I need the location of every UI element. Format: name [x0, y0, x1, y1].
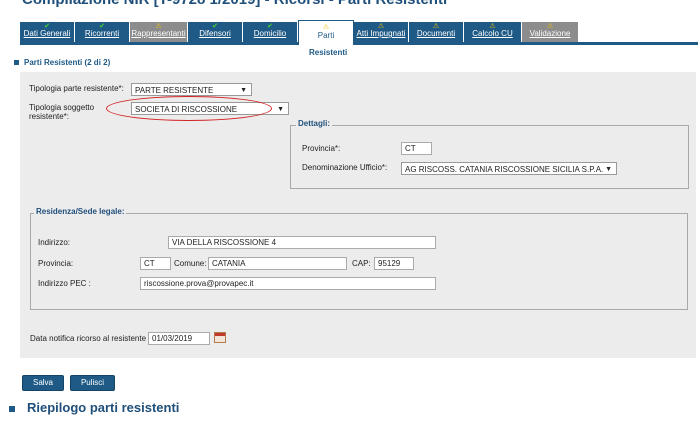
tab-label: Difensori — [199, 29, 231, 38]
indirizzo-input[interactable]: VIA DELLA RISCOSSIONE 4 — [168, 236, 436, 249]
tab-label: Documenti — [416, 29, 456, 38]
bullet-icon — [14, 60, 19, 65]
pec-input[interactable]: riscossione.prova@provapec.it — [140, 277, 436, 290]
tab-documenti[interactable]: ⚠ Documenti — [409, 22, 463, 42]
calendar-icon[interactable] — [214, 332, 226, 343]
tab-bar: ✔ Dati Generali ✔ Ricorrenti ⚠ Rappresen… — [20, 20, 698, 45]
dettagli-fieldset — [290, 125, 689, 189]
check-icon: ✔ — [212, 23, 218, 30]
data-notifica-label: Data notifica ricorso al resistente — [30, 334, 147, 343]
tab-label: Validazione — [529, 29, 571, 38]
tab-calcolo-cu[interactable]: ⚠ Calcolo CU — [464, 22, 521, 42]
tab-label: Rappresentanti — [131, 29, 186, 38]
pec-label: Indirizzo PEC : — [38, 279, 91, 288]
tab-parti[interactable]: ⚠ Parti — [298, 20, 354, 45]
tab-ricorrenti[interactable]: ✔ Ricorrenti — [75, 22, 129, 42]
riepilogo-title: Riepilogo parti resistenti — [27, 400, 180, 415]
tipologia-parte-label: Tipologia parte resistente*: — [29, 84, 124, 93]
check-icon: ✔ — [99, 23, 105, 30]
sub-title: Parti Resistenti (2 di 2) — [24, 58, 111, 67]
tab-label: Dati Generali — [23, 29, 71, 38]
pulisci-button[interactable]: Pulisci — [70, 375, 115, 391]
dettagli-provincia-input[interactable]: CT — [401, 142, 432, 155]
provincia-label: Provincia: — [38, 259, 74, 268]
dettagli-provincia-label: Provincia*: — [302, 144, 341, 153]
warning-icon: ⚠ — [155, 23, 162, 30]
tab-label: Domicilio — [253, 29, 287, 38]
comune-label: Comune: — [174, 259, 207, 268]
chevron-down-icon: ▼ — [240, 87, 247, 94]
dettagli-ufficio-select[interactable]: AG RISCOSS. CATANIA RISCOSSIONE SICILIA … — [401, 162, 617, 175]
chevron-down-icon: ▼ — [605, 166, 612, 173]
data-notifica-input[interactable]: 01/03/2019 — [148, 332, 210, 345]
salva-button[interactable]: Salva — [22, 375, 64, 391]
provincia-input[interactable]: CT — [140, 257, 171, 270]
page-title: Compilazione NIR [T-9728 1/2019] - Ricor… — [22, 0, 447, 8]
tab-label: Calcolo CU — [472, 29, 513, 38]
dettagli-legend: Dettagli: — [296, 119, 332, 128]
highlight-ellipse — [106, 96, 272, 121]
warning-icon: ⚠ — [377, 23, 385, 30]
warning-icon: ⚠ — [546, 23, 554, 30]
section-title: Resistenti — [309, 48, 348, 57]
warning-icon: ⚠ — [432, 23, 440, 30]
tipologia-parte-value: PARTE RESISTENTE — [135, 86, 214, 95]
dettagli-ufficio-label: Denominazione Ufficio*: — [302, 163, 388, 172]
tab-domicilio[interactable]: ✔ Domicilio — [243, 22, 297, 42]
check-icon: ✔ — [267, 23, 273, 30]
cap-input[interactable]: 95129 — [374, 257, 414, 270]
tab-label: Parti — [317, 31, 335, 40]
tab-dati-generali[interactable]: ✔ Dati Generali — [20, 22, 74, 42]
tab-rappresentanti[interactable]: ⚠ Rappresentanti — [130, 22, 187, 42]
tab-label: Ricorrenti — [84, 29, 120, 38]
comune-input[interactable]: CATANIA — [208, 257, 347, 270]
tab-difensori[interactable]: ✔ Difensori — [188, 22, 242, 42]
chevron-down-icon: ▼ — [277, 106, 284, 113]
warning-icon: ⚠ — [489, 23, 496, 30]
tab-label: Atti Impugnati — [356, 29, 406, 38]
indirizzo-label: Indirizzo: — [38, 238, 71, 247]
tab-atti-impugnati[interactable]: ⚠ Atti Impugnati — [354, 22, 408, 42]
tipologia-parte-select[interactable]: PARTE RESISTENTE ▼ — [131, 83, 252, 96]
tipologia-soggetto-label-line2: resistente*: — [29, 112, 70, 121]
residenza-legend: Residenza/Sede legale: — [34, 207, 127, 216]
dettagli-ufficio-value: AG RISCOSS. CATANIA RISCOSSIONE SICILIA … — [405, 165, 604, 174]
bullet-icon — [9, 406, 15, 412]
tab-validazione[interactable]: ⚠ Validazione — [522, 22, 578, 42]
check-icon: ✔ — [44, 23, 50, 30]
cap-label: CAP: — [352, 259, 371, 268]
tipologia-soggetto-label: Tipologia soggetto — [29, 103, 95, 112]
warning-icon: ⚠ — [322, 24, 330, 31]
